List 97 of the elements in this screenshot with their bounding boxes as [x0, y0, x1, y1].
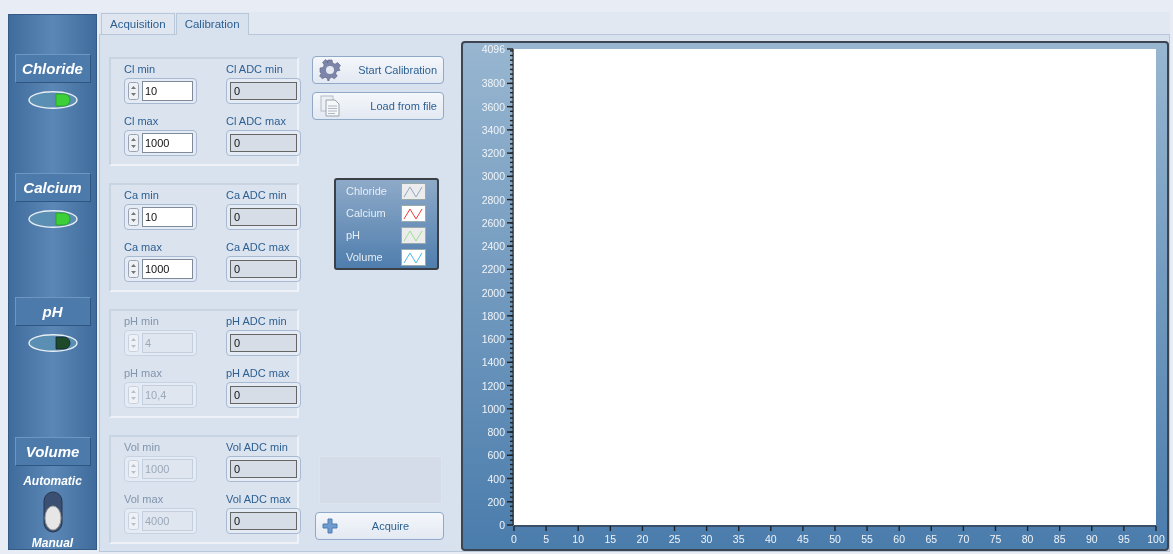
- channel-button[interactable]: Calcium: [14, 173, 91, 202]
- legend-label: Volume: [346, 250, 384, 265]
- acquire-button[interactable]: Acquire: [315, 512, 444, 540]
- stepper-icon[interactable]: [128, 82, 139, 100]
- legend-swatch[interactable]: [401, 205, 426, 222]
- number-field[interactable]: 1000: [124, 256, 197, 282]
- field-label: Ca ADC max: [226, 240, 291, 254]
- axis-tick-label: 600: [487, 449, 505, 462]
- action-button[interactable]: Load from file: [312, 92, 444, 120]
- axis-tick-label: 80: [1021, 533, 1034, 545]
- axis-tick-label: 55: [861, 533, 873, 545]
- axis-tick-label: 45: [797, 533, 809, 545]
- channel-button[interactable]: pH: [14, 297, 91, 326]
- axis-tick-label: 3800: [481, 77, 505, 90]
- axis-tick-label: 70: [957, 533, 970, 545]
- field-label: Cl ADC max: [226, 114, 287, 128]
- field-label: Cl max: [124, 114, 160, 128]
- axis-tick-label: 400: [487, 472, 505, 485]
- legend-label: pH: [346, 228, 362, 243]
- action-button[interactable]: Start Calibration: [312, 56, 444, 84]
- stepper-icon[interactable]: [128, 208, 139, 226]
- plus-icon: [322, 518, 338, 534]
- axis-tick-label: 3400: [481, 123, 505, 136]
- field-label: pH ADC max: [226, 366, 291, 380]
- readout-field: 0: [226, 256, 301, 282]
- axis-tick-label: 3600: [481, 100, 505, 113]
- axis-tick-label: 200: [487, 495, 505, 508]
- axis-tick-label: 1000: [481, 402, 505, 415]
- axis-tick-label: 800: [487, 426, 505, 439]
- switch-label: Manual: [31, 536, 74, 550]
- axis-tick-label: 0: [499, 519, 505, 531]
- axis-tick-label: 0: [511, 533, 517, 545]
- field-label: Vol ADC max: [226, 492, 292, 506]
- number-field[interactable]: 10: [124, 78, 197, 104]
- axis-tick-label: 65: [925, 533, 938, 545]
- field-label: Vol max: [124, 492, 165, 506]
- switch-label: Automatic: [23, 474, 82, 488]
- channel-button[interactable]: Volume: [14, 437, 91, 466]
- axis-tick-label: 2600: [481, 216, 505, 229]
- legend-swatch[interactable]: [401, 183, 426, 200]
- readout-field: 0: [226, 330, 301, 356]
- field-label: pH max: [124, 366, 163, 380]
- axis-tick-label: 10: [572, 533, 585, 545]
- axis-tick-label: 60: [893, 533, 906, 545]
- readout-field: 0: [226, 204, 301, 230]
- axis-tick-label: 2400: [481, 240, 505, 253]
- channel-button[interactable]: Chloride: [14, 54, 91, 83]
- axis-tick-label: 75: [989, 533, 1002, 545]
- axis-tick-label: 1400: [481, 356, 505, 369]
- axis-tick-label: 15: [604, 533, 617, 545]
- document-icon: [319, 95, 341, 117]
- axis-tick-label: 35: [732, 533, 745, 545]
- axis-tick-label: 3000: [481, 170, 505, 183]
- axis-tick-label: 85: [1053, 533, 1066, 545]
- readout-field: 0: [226, 78, 301, 104]
- legend-swatch[interactable]: [401, 249, 426, 266]
- field-label: Ca ADC min: [226, 188, 288, 202]
- axis-tick-label: 40: [764, 533, 777, 545]
- legend-label: Chloride: [346, 184, 388, 199]
- readout-field: 0: [226, 382, 301, 408]
- axis-tick-label: 100: [1147, 533, 1165, 545]
- axis-tick-label: 2000: [481, 286, 505, 299]
- axis-tick-label: 30: [700, 533, 713, 545]
- axis-tick-label: 95: [1118, 533, 1130, 545]
- number-field[interactable]: 10: [124, 204, 197, 230]
- axis-tick-label: 3200: [481, 147, 505, 160]
- field-label: pH min: [124, 314, 160, 328]
- stepper-icon[interactable]: [128, 134, 139, 152]
- axis-tick-label: 5: [543, 533, 549, 545]
- axis-tick-label: 90: [1085, 533, 1098, 545]
- tab[interactable]: Acquisition: [101, 13, 175, 34]
- gear-icon: [319, 59, 341, 81]
- readout-field: 0: [226, 508, 301, 534]
- readout-field: 0: [226, 456, 301, 482]
- field-label: pH ADC min: [226, 314, 288, 328]
- field-label: Cl min: [124, 62, 157, 76]
- number-field[interactable]: 1000: [124, 130, 197, 156]
- toggle-switch[interactable]: [41, 491, 64, 533]
- field-label: Vol min: [124, 440, 162, 454]
- axis-tick-label: 2200: [481, 263, 505, 276]
- legend-label: Calcium: [346, 206, 387, 221]
- field-label: Vol ADC min: [226, 440, 289, 454]
- field-label: Cl ADC min: [226, 62, 284, 76]
- readout-field: 0: [226, 130, 301, 156]
- legend-swatch[interactable]: [401, 227, 426, 244]
- axis-tick-label: 50: [829, 533, 841, 545]
- axis-tick-label: 2800: [481, 193, 505, 206]
- field-label: Ca max: [124, 240, 163, 254]
- axis-tick-label: 1200: [481, 379, 505, 392]
- axis-tick-label: 20: [636, 533, 649, 545]
- tab[interactable]: Calibration: [175, 13, 249, 35]
- axis-tick-label: 4096: [481, 43, 505, 55]
- field-label: Ca min: [124, 188, 160, 202]
- stepper-icon[interactable]: [128, 260, 139, 278]
- axis-tick-label: 1800: [481, 309, 505, 322]
- axis-tick-label: 1600: [481, 333, 505, 346]
- axis-tick-label: 25: [668, 533, 681, 545]
